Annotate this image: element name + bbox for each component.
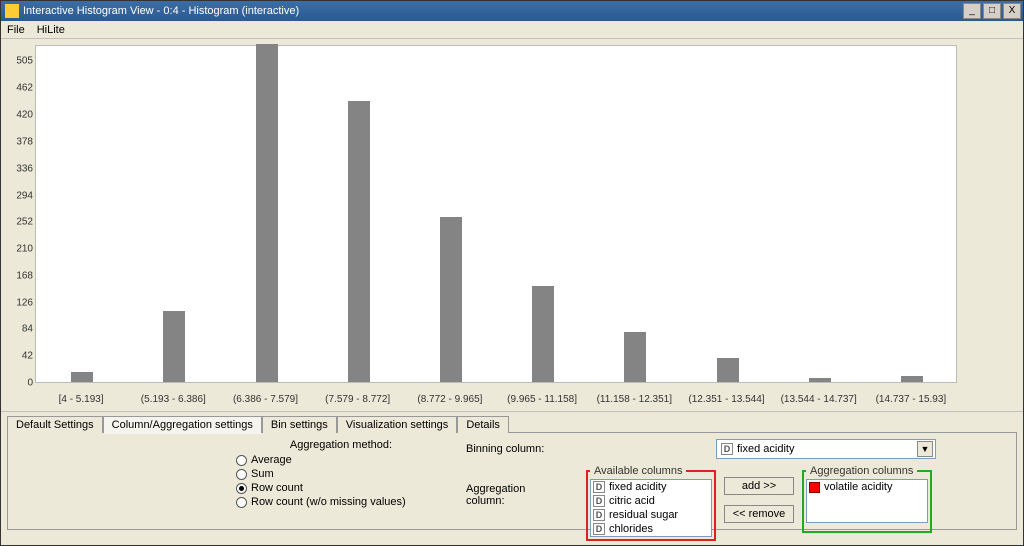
double-type-icon: D	[593, 481, 605, 493]
tab-bin-settings[interactable]: Bin settings	[262, 416, 337, 433]
double-type-icon: D	[721, 443, 733, 455]
double-type-icon: D	[593, 523, 605, 535]
histogram-bar[interactable]	[71, 372, 93, 382]
list-item[interactable]: Dfixed acidity	[591, 480, 711, 494]
plot-area	[35, 45, 957, 383]
histogram-bar[interactable]	[256, 44, 278, 382]
settings-panel: Aggregation method: Average Sum Row coun…	[7, 432, 1017, 530]
x-tick-label: (14.737 - 15.93]	[876, 394, 947, 405]
list-item[interactable]: Dresidual sugar	[591, 508, 711, 522]
y-tick-label: 462	[9, 83, 33, 94]
y-tick-label: 42	[9, 351, 33, 362]
y-tick-label: 0	[9, 378, 33, 389]
double-type-icon: D	[593, 509, 605, 521]
list-item[interactable]: volatile acidity	[807, 480, 927, 494]
histogram-chart: 50546242037833629425221016812684420[4 - …	[5, 39, 1017, 411]
y-tick-label: 252	[9, 217, 33, 228]
available-columns-list[interactable]: Dfixed acidityDcitric acidDresidual suga…	[590, 479, 712, 537]
x-tick-label: [4 - 5.193]	[59, 394, 104, 405]
aggregation-method-group: Aggregation method: Average Sum Row coun…	[236, 439, 446, 509]
histogram-bar[interactable]	[440, 217, 462, 382]
close-button[interactable]: X	[1003, 3, 1021, 19]
radio-average[interactable]: Average	[236, 453, 446, 467]
histogram-bar[interactable]	[717, 358, 739, 382]
maximize-button[interactable]: □	[983, 3, 1001, 19]
aggregation-columns-list[interactable]: volatile acidity	[806, 479, 928, 523]
radio-icon	[236, 455, 247, 466]
x-tick-label: (8.772 - 9.965]	[417, 394, 482, 405]
y-tick-label: 336	[9, 163, 33, 174]
app-window: Interactive Histogram View - 0:4 - Histo…	[0, 0, 1024, 546]
tab-column-aggregation[interactable]: Column/Aggregation settings	[103, 416, 262, 433]
list-item[interactable]: Dchlorides	[591, 522, 711, 536]
binning-column-label: Binning column:	[466, 439, 566, 459]
histogram-bar[interactable]	[532, 286, 554, 382]
y-tick-label: 294	[9, 190, 33, 201]
radio-icon	[236, 469, 247, 480]
tab-visualization-settings[interactable]: Visualization settings	[337, 416, 458, 433]
tab-details[interactable]: Details	[457, 416, 509, 433]
y-tick-label: 168	[9, 270, 33, 281]
x-tick-label: (7.579 - 8.772]	[325, 394, 390, 405]
y-tick-label: 126	[9, 297, 33, 308]
histogram-bar[interactable]	[809, 378, 831, 382]
binning-column-combo[interactable]: Dfixed acidity ▼	[716, 439, 936, 459]
menu-hilite[interactable]: HiLite	[37, 24, 65, 36]
aggregation-method-label: Aggregation method:	[236, 439, 446, 451]
y-tick-label: 210	[9, 244, 33, 255]
radio-row-count[interactable]: Row count	[236, 481, 446, 495]
x-tick-label: (11.158 - 12.351]	[597, 394, 672, 405]
remove-button[interactable]: << remove	[724, 505, 794, 523]
histogram-bar[interactable]	[163, 311, 185, 382]
titlebar: Interactive Histogram View - 0:4 - Histo…	[1, 1, 1023, 21]
available-columns-group: Available columns Dfixed acidityDcitric …	[586, 465, 716, 541]
aggregation-columns-group: Aggregation columns volatile acidity	[802, 465, 932, 533]
radio-row-count-no-missing[interactable]: Row count (w/o missing values)	[236, 495, 446, 509]
chevron-down-icon: ▼	[917, 441, 933, 457]
menubar: File HiLite	[1, 21, 1023, 39]
add-button[interactable]: add >>	[724, 477, 794, 495]
histogram-bar[interactable]	[624, 332, 646, 382]
window-title: Interactive Histogram View - 0:4 - Histo…	[23, 5, 299, 17]
y-tick-label: 84	[9, 324, 33, 335]
x-tick-label: (5.193 - 6.386]	[141, 394, 206, 405]
radio-icon	[236, 483, 247, 494]
x-tick-label: (12.351 - 13.544]	[688, 394, 764, 405]
x-tick-label: (6.386 - 7.579]	[233, 394, 298, 405]
histogram-bar[interactable]	[901, 376, 923, 382]
y-tick-label: 505	[9, 55, 33, 66]
bottom-panel: Default Settings Column/Aggregation sett…	[1, 411, 1023, 545]
tab-default-settings[interactable]: Default Settings	[7, 416, 103, 433]
app-icon	[5, 4, 19, 18]
histogram-bar[interactable]	[348, 101, 370, 382]
y-tick-label: 420	[9, 110, 33, 121]
radio-sum[interactable]: Sum	[236, 467, 446, 481]
double-type-icon: D	[593, 495, 605, 507]
settings-tabs: Default Settings Column/Aggregation sett…	[7, 416, 1017, 433]
y-tick-label: 378	[9, 136, 33, 147]
aggregation-column-label: Aggregation column:	[466, 485, 566, 505]
x-tick-label: (13.544 - 14.737]	[781, 394, 857, 405]
menu-file[interactable]: File	[7, 24, 25, 36]
minimize-button[interactable]: _	[963, 3, 981, 19]
color-swatch-icon	[809, 482, 820, 493]
x-tick-label: (9.965 - 11.158]	[507, 394, 577, 405]
list-item[interactable]: Dcitric acid	[591, 494, 711, 508]
radio-icon	[236, 497, 247, 508]
